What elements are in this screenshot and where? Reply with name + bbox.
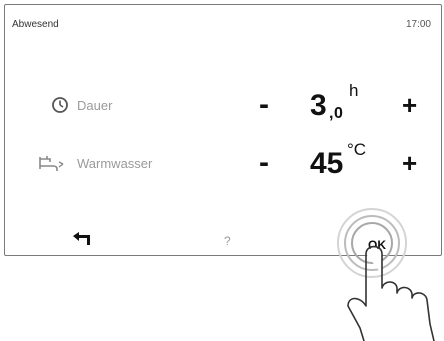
- faucet-icon: [39, 156, 64, 171]
- tapping-hand-icon: [347, 245, 435, 341]
- duration-decrement-button[interactable]: -: [259, 85, 269, 125]
- clock-icon: [52, 97, 68, 113]
- hot-water-increment-button[interactable]: +: [402, 143, 417, 183]
- hot-water-label: Warmwasser: [77, 156, 153, 171]
- help-button[interactable]: ?: [224, 234, 231, 248]
- duration-unit: h: [349, 81, 359, 100]
- hot-water-decrement-button[interactable]: -: [259, 143, 269, 183]
- hot-water-unit: °C: [347, 140, 367, 159]
- duration-value-separator: ,: [329, 105, 334, 122]
- hot-water-value: 45 °C: [288, 140, 388, 183]
- page-title: Abwesend: [12, 19, 59, 30]
- duration-value-decimal: 0: [334, 105, 343, 122]
- back-arrow-icon[interactable]: [71, 231, 93, 245]
- duration-increment-button[interactable]: +: [402, 85, 417, 125]
- duration-value-integer: 3: [310, 89, 327, 122]
- duration-value: 3 , 0 h: [288, 81, 388, 125]
- duration-row: Dauer - 3 , 0 h +: [5, 81, 441, 125]
- hot-water-value-integer: 45: [310, 147, 344, 180]
- duration-label: Dauer: [77, 98, 113, 113]
- hot-water-row: Warmwasser - 45 °C +: [5, 140, 441, 183]
- clock-time: 17:00: [405, 19, 431, 30]
